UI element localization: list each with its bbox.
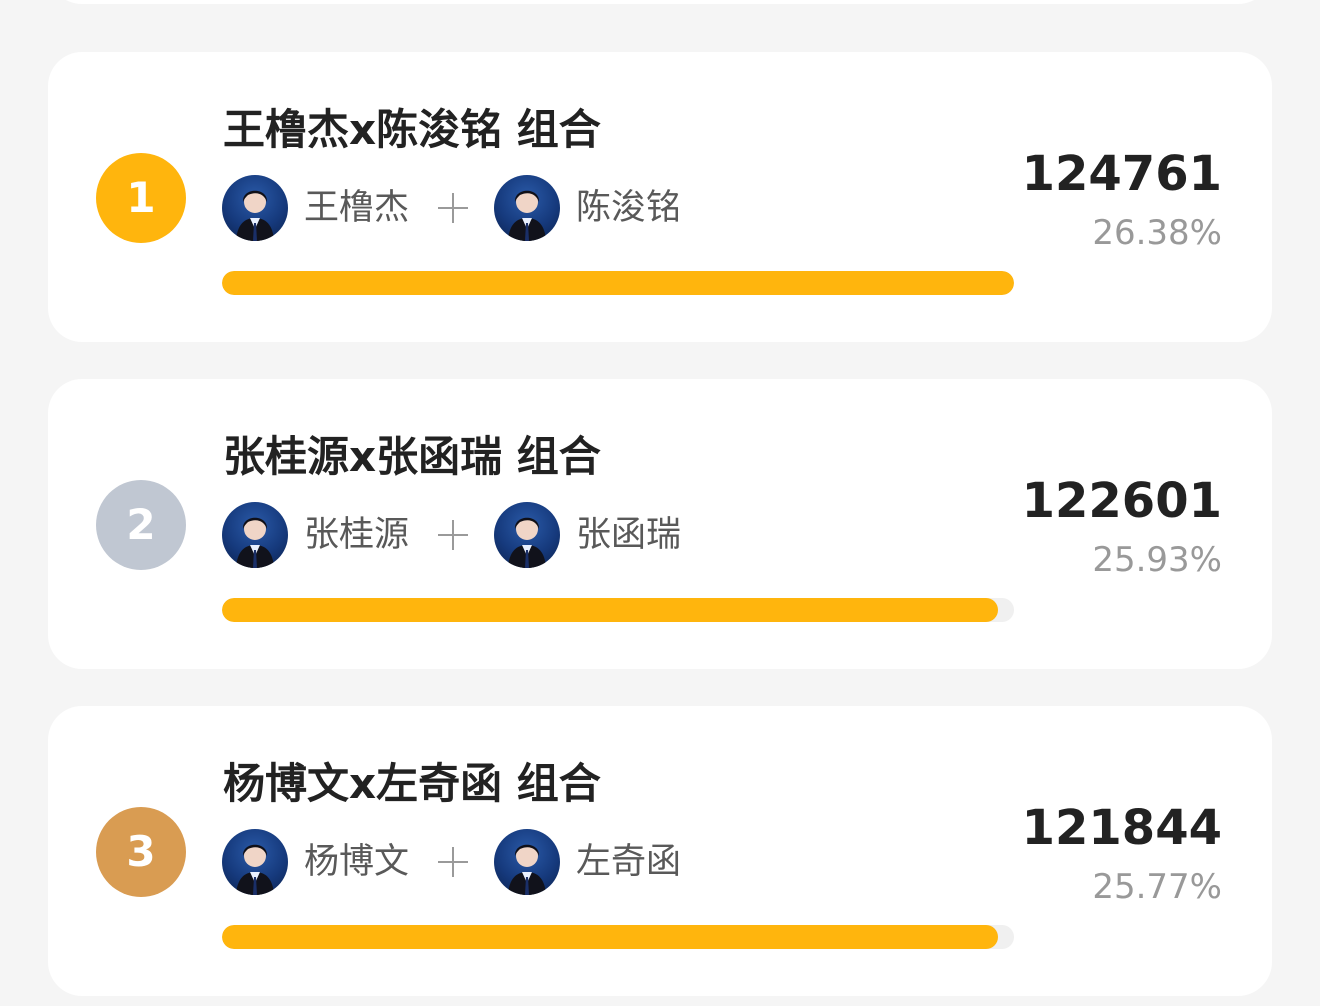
member-name: 左奇函 <box>576 842 682 882</box>
member-avatar[interactable] <box>222 175 288 241</box>
rank-badge-bronze: 3 <box>96 807 186 897</box>
person-avatar-icon <box>236 190 274 241</box>
group-title: 杨博文x左奇函 组合 <box>223 759 601 808</box>
ranking-card-2[interactable]: 2 张桂源x张函瑞 组合 张桂源 张函瑞 122601 25.93% <box>48 379 1272 669</box>
vote-percentage: 25.93% <box>1092 540 1222 580</box>
rank-badge-gold: 1 <box>96 153 186 243</box>
member-avatar[interactable] <box>222 502 288 568</box>
vote-count: 124761 <box>1021 146 1222 202</box>
person-avatar-icon <box>236 844 274 895</box>
person-avatar-icon <box>236 517 274 568</box>
ranking-card-3[interactable]: 3 杨博文x左奇函 组合 杨博文 左奇函 121844 25.77% <box>48 706 1272 996</box>
ranking-card-1[interactable]: 1 王橹杰x陈浚铭 组合 王橹杰 陈浚铭 124761 26.38% <box>48 52 1272 342</box>
member-avatar[interactable] <box>222 829 288 895</box>
person-avatar-icon <box>508 844 546 895</box>
vote-progress-fill <box>222 925 999 949</box>
member-name: 杨博文 <box>304 842 410 882</box>
vote-progress-bar <box>222 925 1014 949</box>
vote-progress-bar <box>222 271 1014 295</box>
vote-count: 121844 <box>1021 800 1222 856</box>
plus-icon <box>438 193 468 223</box>
vote-progress-fill <box>222 271 1014 295</box>
member-avatar[interactable] <box>494 502 560 568</box>
rank-badge-silver: 2 <box>96 480 186 570</box>
member-name: 张函瑞 <box>576 515 682 555</box>
plus-icon <box>438 520 468 550</box>
group-title: 张桂源x张函瑞 组合 <box>223 432 601 481</box>
member-avatar[interactable] <box>494 175 560 241</box>
vote-progress-bar <box>222 598 1014 622</box>
member-avatar[interactable] <box>494 829 560 895</box>
vote-progress-fill <box>222 598 999 622</box>
member-name: 陈浚铭 <box>576 188 682 228</box>
vote-count: 122601 <box>1021 473 1222 529</box>
person-avatar-icon <box>508 190 546 241</box>
group-title: 王橹杰x陈浚铭 组合 <box>223 105 601 154</box>
member-name: 张桂源 <box>304 515 410 555</box>
member-name: 王橹杰 <box>304 188 410 228</box>
person-avatar-icon <box>508 517 546 568</box>
vote-percentage: 25.77% <box>1092 867 1222 907</box>
previous-card-edge <box>48 0 1272 4</box>
plus-icon <box>438 847 468 877</box>
vote-percentage: 26.38% <box>1092 213 1222 253</box>
